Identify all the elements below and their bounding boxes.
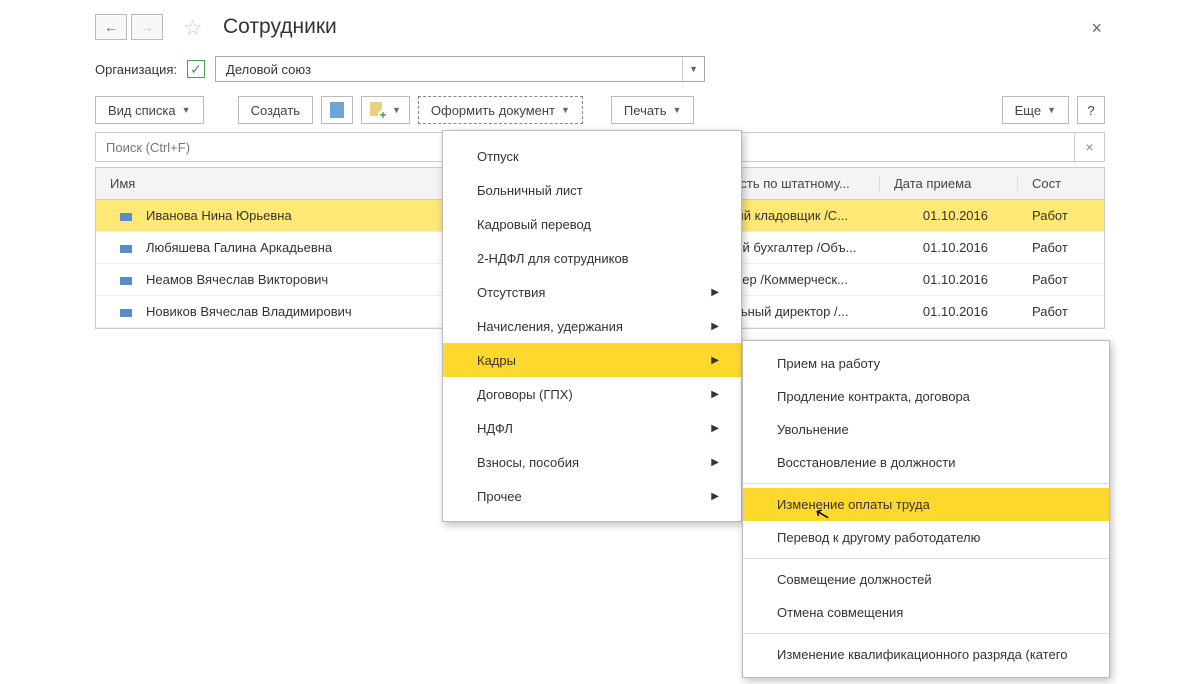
chevron-right-icon: ▶: [711, 287, 719, 298]
card-view-button[interactable]: [321, 96, 353, 124]
employee-icon: [120, 245, 132, 253]
chevron-right-icon: ▶: [711, 321, 719, 332]
chevron-right-icon: ▶: [711, 423, 719, 434]
submenu-item[interactable]: Перевод к другому работодателю: [743, 521, 1109, 554]
submenu-item[interactable]: Изменение оплаты труда: [743, 488, 1109, 521]
col-status[interactable]: Сост: [1018, 176, 1096, 191]
submenu-item[interactable]: Прием на работу: [743, 347, 1109, 380]
print-button[interactable]: Печать▼: [611, 96, 695, 124]
view-list-button[interactable]: Вид списка▼: [95, 96, 204, 124]
menu-item[interactable]: Отсутствия▶: [443, 275, 741, 309]
chevron-right-icon: ▶: [711, 457, 719, 468]
menu-item[interactable]: Кадры▶: [443, 343, 741, 377]
create-button[interactable]: Создать: [238, 96, 313, 124]
chevron-right-icon: ▶: [711, 491, 719, 502]
favorite-star-icon[interactable]: ☆: [183, 15, 207, 39]
org-select-value: Деловой союз: [216, 57, 682, 81]
kadry-submenu: Прием на работуПродление контракта, дого…: [742, 340, 1110, 678]
more-button[interactable]: Еще▼: [1002, 96, 1069, 124]
menu-item[interactable]: Больничный лист: [443, 173, 741, 207]
org-filter-label: Организация:: [95, 62, 177, 77]
page-title: Сотрудники: [223, 15, 337, 39]
chevron-right-icon: ▶: [711, 389, 719, 400]
menu-item[interactable]: НДФЛ▶: [443, 411, 741, 445]
submenu-item[interactable]: Восстановление в должности: [743, 446, 1109, 479]
submenu-item[interactable]: Совмещение должностей: [743, 563, 1109, 596]
nav-back-button[interactable]: ←: [95, 14, 127, 40]
menu-item[interactable]: Кадровый перевод: [443, 207, 741, 241]
close-icon[interactable]: ×: [1091, 18, 1102, 39]
nav-forward-button[interactable]: →: [131, 14, 163, 40]
submenu-item[interactable]: Продление контракта, договора: [743, 380, 1109, 413]
menu-item[interactable]: Отпуск: [443, 139, 741, 173]
employee-icon: [120, 277, 132, 285]
employee-icon: [120, 213, 132, 221]
submenu-item[interactable]: Отмена совмещения: [743, 596, 1109, 629]
help-button[interactable]: ?: [1077, 96, 1105, 124]
menu-item[interactable]: Договоры (ГПХ)▶: [443, 377, 741, 411]
documents-plus-icon: [370, 102, 386, 118]
search-clear-button[interactable]: ×: [1075, 132, 1105, 162]
document-icon: [330, 102, 344, 118]
copy-button[interactable]: ▼: [361, 96, 410, 124]
create-document-button[interactable]: Оформить документ▼: [418, 96, 583, 124]
menu-item[interactable]: Прочее▶: [443, 479, 741, 513]
menu-item[interactable]: Начисления, удержания▶: [443, 309, 741, 343]
menu-item[interactable]: Взносы, пособия▶: [443, 445, 741, 479]
org-select-dropdown-button[interactable]: ▼: [682, 57, 704, 81]
chevron-right-icon: ▶: [711, 355, 719, 366]
menu-item[interactable]: 2-НДФЛ для сотрудников: [443, 241, 741, 275]
submenu-item[interactable]: Увольнение: [743, 413, 1109, 446]
employee-icon: [120, 309, 132, 317]
document-menu: ОтпускБольничный листКадровый перевод2-Н…: [442, 130, 742, 522]
submenu-item[interactable]: Изменение квалификационного разряда (кат…: [743, 638, 1109, 671]
col-date[interactable]: Дата приема: [880, 176, 1018, 191]
org-checkbox[interactable]: ✓: [187, 60, 205, 78]
org-select[interactable]: Деловой союз ▼: [215, 56, 705, 82]
